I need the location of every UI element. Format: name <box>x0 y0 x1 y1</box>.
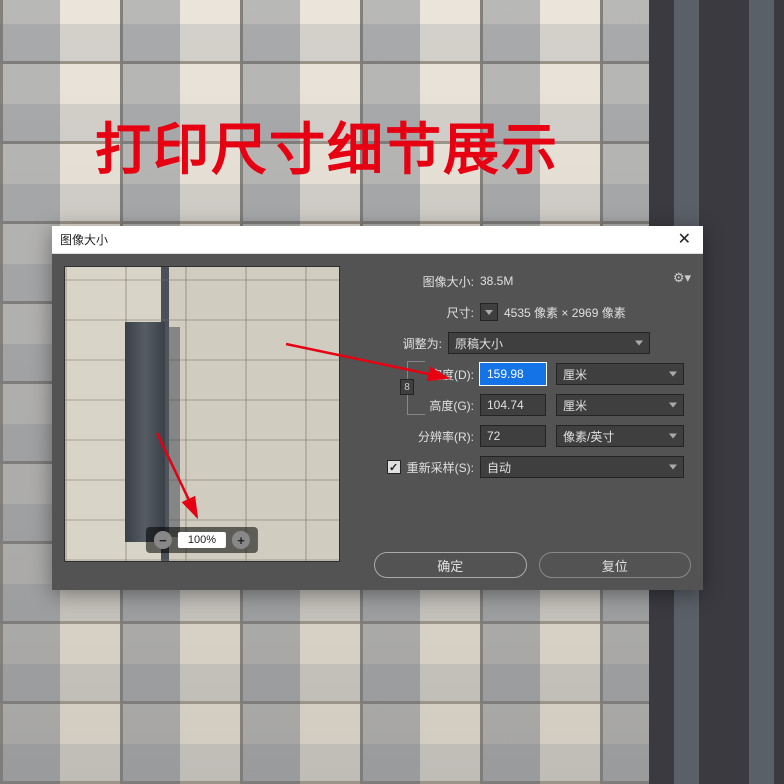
resample-checkbox[interactable]: ✓ <box>387 460 401 474</box>
ok-button[interactable]: 确定 <box>374 552 527 578</box>
resample-row-label: ✓ 重新采样(S): <box>354 459 480 476</box>
resolution-unit-select[interactable]: 像素/英寸 <box>556 425 684 447</box>
controls-panel: ⚙▾ 图像大小: 38.5M 尺寸: 4535 像素 × 2969 像素 调整为… <box>354 266 691 578</box>
image-size-dialog: 图像大小 ✕ − 100% + ⚙▾ 图像大小: 38.5M 尺寸: 453 <box>52 226 703 590</box>
zoom-value[interactable]: 100% <box>178 532 226 548</box>
height-unit-value: 厘米 <box>563 397 587 414</box>
zoom-controls: − 100% + <box>146 527 258 553</box>
zoom-in-button[interactable]: + <box>232 531 250 549</box>
reset-button[interactable]: 复位 <box>539 552 692 578</box>
dimensions-unit-toggle[interactable] <box>480 303 498 321</box>
dialog-buttons: 确定 复位 <box>374 552 691 578</box>
resolution-label: 分辨率(R): <box>354 428 480 445</box>
preview-panel: − 100% + <box>64 266 340 562</box>
resample-value: 自动 <box>487 459 511 476</box>
resolution-input[interactable] <box>480 425 546 447</box>
width-unit-value: 厘米 <box>563 366 587 383</box>
dialog-body: − 100% + ⚙▾ 图像大小: 38.5M 尺寸: 4535 像素 × 29… <box>52 254 703 590</box>
fit-to-label: 调整为: <box>354 335 448 352</box>
overlay-title: 打印尺寸细节展示 <box>95 105 559 186</box>
fit-to-value: 原稿大小 <box>455 335 503 352</box>
zoom-out-button[interactable]: − <box>154 531 172 549</box>
image-size-label: 图像大小: <box>354 273 480 290</box>
image-size-value: 38.5M <box>480 274 513 288</box>
fit-to-select[interactable]: 原稿大小 <box>448 332 650 354</box>
dialog-title: 图像大小 <box>60 231 108 248</box>
resample-label: 重新采样(S): <box>407 459 474 476</box>
dialog-titlebar[interactable]: 图像大小 ✕ <box>52 226 703 254</box>
resolution-unit-value: 像素/英寸 <box>563 428 614 445</box>
width-unit-select[interactable]: 厘米 <box>556 363 684 385</box>
gear-icon[interactable]: ⚙▾ <box>673 270 691 286</box>
width-input[interactable] <box>480 363 546 385</box>
dimensions-value: 4535 像素 × 2969 像素 <box>504 304 626 321</box>
height-unit-select[interactable]: 厘米 <box>556 394 684 416</box>
resample-select[interactable]: 自动 <box>480 456 684 478</box>
preview-image[interactable] <box>65 267 339 561</box>
close-icon[interactable]: ✕ <box>674 232 695 248</box>
height-input[interactable] <box>480 394 546 416</box>
constrain-proportions-icon[interactable]: 8 <box>400 379 414 395</box>
dimensions-label: 尺寸: <box>354 304 480 321</box>
